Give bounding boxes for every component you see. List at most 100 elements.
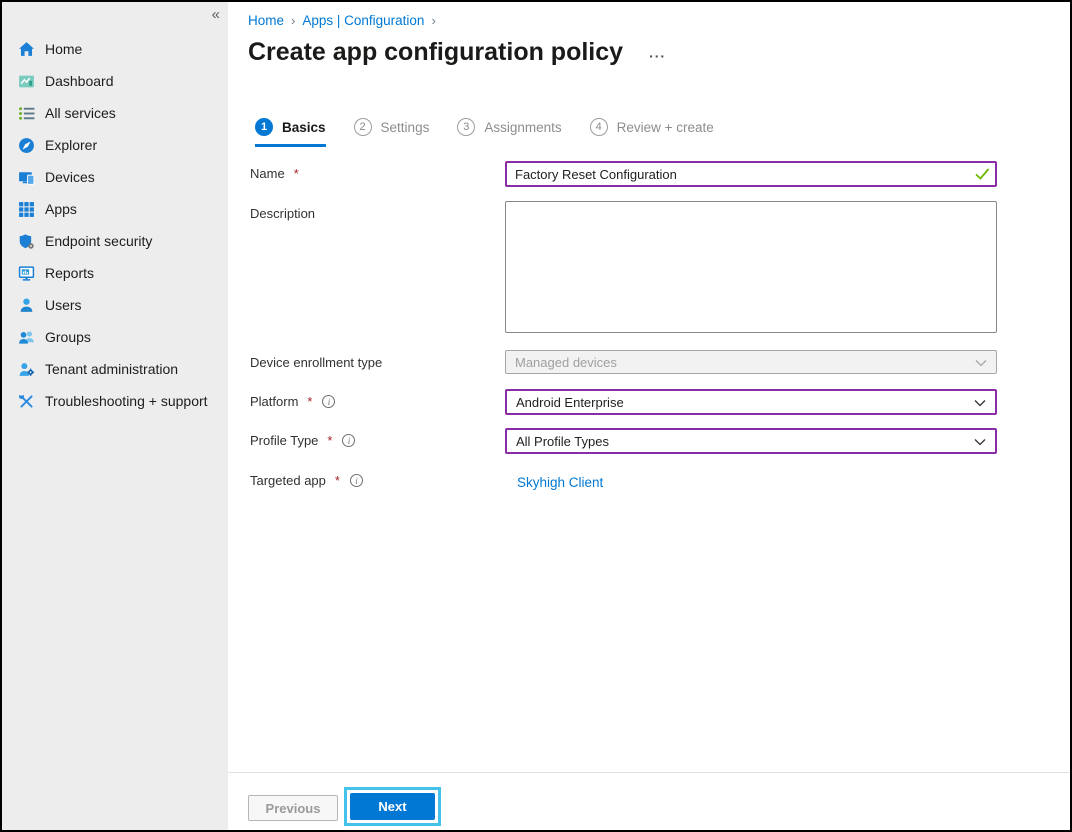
apps-grid-icon	[18, 201, 35, 218]
sidebar: « Home Dashboard All services	[2, 2, 228, 830]
next-button-highlight: Next	[344, 787, 441, 826]
info-icon[interactable]: i	[350, 474, 363, 487]
tab-label: Settings	[381, 120, 430, 135]
sidebar-item-groups[interactable]: Groups	[2, 321, 228, 353]
step-3-circle: 3	[457, 118, 475, 136]
sidebar-item-label: Dashboard	[45, 73, 114, 89]
sidebar-item-users[interactable]: Users	[2, 289, 228, 321]
home-icon	[18, 41, 35, 58]
sidebar-nav: Home Dashboard All services Explorer	[2, 33, 228, 417]
label-text: Description	[250, 206, 315, 221]
next-button[interactable]: Next	[350, 793, 435, 820]
wizard-tabs: 1 Basics 2 Settings 3 Assignments 4 Revi…	[255, 118, 714, 147]
info-icon[interactable]: i	[322, 395, 335, 408]
sidebar-item-label: Devices	[45, 169, 95, 185]
breadcrumb-apps-configuration-link[interactable]: Apps | Configuration	[302, 13, 424, 28]
tab-label: Basics	[282, 120, 326, 135]
page-title-row: Create app configuration policy ···	[248, 38, 666, 67]
chevron-down-icon	[974, 434, 986, 449]
shield-gear-icon	[18, 233, 35, 250]
sidebar-item-tenant-administration[interactable]: Tenant administration	[2, 353, 228, 385]
sidebar-item-label: All services	[45, 105, 116, 121]
tab-basics[interactable]: 1 Basics	[255, 118, 326, 147]
sidebar-item-home[interactable]: Home	[2, 33, 228, 65]
sidebar-collapse-icon[interactable]: «	[212, 6, 220, 23]
description-label: Description	[250, 206, 315, 221]
description-textarea[interactable]	[505, 201, 997, 333]
required-asterisk: *	[307, 394, 312, 409]
select-value: Managed devices	[515, 355, 617, 370]
troubleshooting-tools-icon	[18, 393, 35, 410]
step-4-circle: 4	[590, 118, 608, 136]
breadcrumb-home-link[interactable]: Home	[248, 13, 284, 28]
step-2-circle: 2	[354, 118, 372, 136]
dashboard-icon	[18, 73, 35, 90]
required-asterisk: *	[294, 166, 299, 181]
sidebar-item-dashboard[interactable]: Dashboard	[2, 65, 228, 97]
tab-label: Assignments	[484, 120, 561, 135]
profile-type-select[interactable]: All Profile Types	[505, 428, 997, 454]
sidebar-item-label: Home	[45, 41, 82, 57]
main-content: Home › Apps | Configuration › Create app…	[228, 2, 1070, 830]
sidebar-item-all-services[interactable]: All services	[2, 97, 228, 129]
breadcrumb-separator: ›	[431, 13, 435, 28]
targeted-app-link[interactable]: Skyhigh Client	[517, 475, 603, 490]
label-text: Device enrollment type	[250, 355, 382, 370]
more-menu-icon[interactable]: ···	[649, 42, 666, 64]
sidebar-item-label: Tenant administration	[45, 361, 178, 377]
sidebar-item-apps[interactable]: Apps	[2, 193, 228, 225]
name-label: Name *	[250, 166, 299, 181]
name-field-wrap	[505, 161, 997, 187]
page-title: Create app configuration policy	[248, 38, 623, 67]
description-field-wrap	[505, 201, 997, 338]
sidebar-item-label: Groups	[45, 329, 91, 345]
label-text: Platform	[250, 394, 298, 409]
step-1-circle: 1	[255, 118, 273, 136]
device-enrollment-type-select: Managed devices	[505, 350, 997, 374]
all-services-icon	[18, 105, 35, 122]
user-icon	[18, 297, 35, 314]
sidebar-item-label: Explorer	[45, 137, 97, 153]
label-text: Name	[250, 166, 285, 181]
valid-checkmark-icon	[975, 167, 990, 185]
device-enrollment-type-label: Device enrollment type	[250, 355, 382, 370]
tab-review-create[interactable]: 4 Review + create	[590, 118, 714, 147]
label-text: Profile Type	[250, 433, 318, 448]
previous-button[interactable]: Previous	[248, 795, 338, 821]
sidebar-item-label: Reports	[45, 265, 94, 281]
tab-assignments[interactable]: 3 Assignments	[457, 118, 561, 147]
tab-settings[interactable]: 2 Settings	[354, 118, 430, 147]
sidebar-item-label: Troubleshooting + support	[45, 393, 208, 409]
info-icon[interactable]: i	[342, 434, 355, 447]
screenshot-frame: « Home Dashboard All services	[0, 0, 1072, 832]
chevron-down-icon	[975, 355, 987, 370]
sidebar-item-explorer[interactable]: Explorer	[2, 129, 228, 161]
chevron-down-icon	[974, 395, 986, 410]
sidebar-item-label: Apps	[45, 201, 77, 217]
label-text: Targeted app	[250, 473, 326, 488]
group-icon	[18, 329, 35, 346]
tenant-admin-icon	[18, 361, 35, 378]
sidebar-item-label: Endpoint security	[45, 233, 152, 249]
reports-monitor-icon	[18, 265, 35, 282]
portal-window: « Home Dashboard All services	[2, 2, 1070, 830]
sidebar-item-devices[interactable]: Devices	[2, 161, 228, 193]
tab-label: Review + create	[617, 120, 714, 135]
platform-label: Platform * i	[250, 394, 335, 409]
required-asterisk: *	[335, 473, 340, 488]
profile-type-label: Profile Type * i	[250, 433, 355, 448]
select-value: All Profile Types	[516, 434, 609, 449]
platform-select[interactable]: Android Enterprise	[505, 389, 997, 415]
footer-divider	[228, 772, 1070, 773]
breadcrumb-separator: ›	[291, 13, 295, 28]
select-value: Android Enterprise	[516, 395, 624, 410]
breadcrumb: Home › Apps | Configuration ›	[248, 13, 436, 28]
sidebar-item-reports[interactable]: Reports	[2, 257, 228, 289]
name-input[interactable]	[505, 161, 997, 187]
required-asterisk: *	[327, 433, 332, 448]
sidebar-item-endpoint-security[interactable]: Endpoint security	[2, 225, 228, 257]
targeted-app-label: Targeted app * i	[250, 473, 363, 488]
sidebar-item-label: Users	[45, 297, 82, 313]
explorer-compass-icon	[18, 137, 35, 154]
sidebar-item-troubleshooting-support[interactable]: Troubleshooting + support	[2, 385, 228, 417]
